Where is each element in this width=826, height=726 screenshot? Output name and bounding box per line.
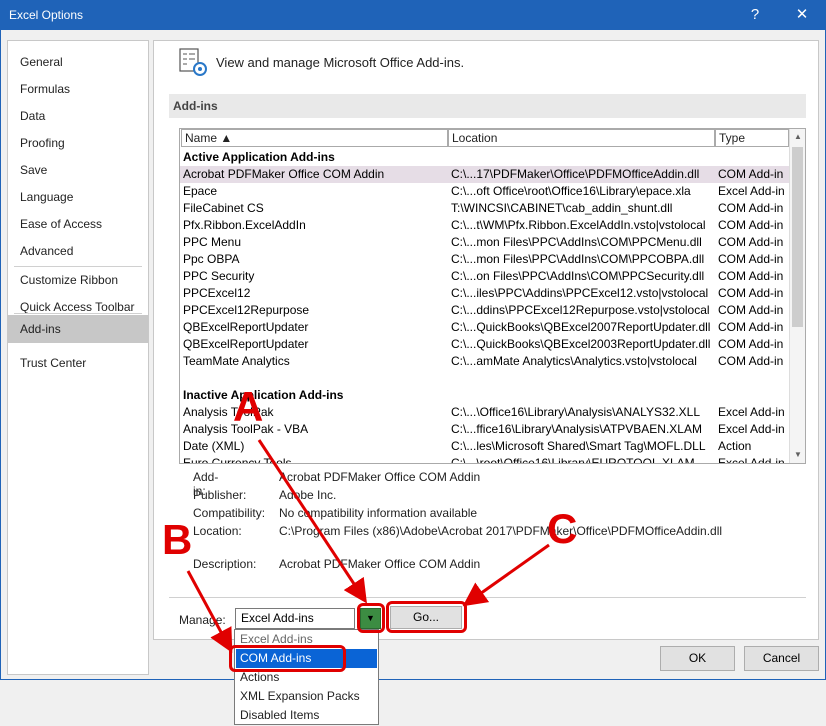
nav-item-save[interactable]: Save <box>8 157 148 183</box>
nav-item-add-ins[interactable]: Add-ins <box>8 315 148 343</box>
addins-list[interactable]: Name ▲ Location Type Active Application … <box>179 128 806 464</box>
table-row[interactable]: Pfx.Ribbon.ExcelAddIn C:\...t\WM\Pfx.Ribb… <box>180 217 790 234</box>
category-nav: General Formulas Data Proofing Save Lang… <box>7 40 149 675</box>
title-bar: Excel Options ? ✕ <box>0 0 826 30</box>
nav-item-data[interactable]: Data <box>8 103 148 129</box>
nav-item-advanced[interactable]: Advanced <box>8 238 148 264</box>
addins-gear-icon <box>179 48 209 78</box>
table-row[interactable]: QBExcelReportUpdater C:\...QuickBooks\QBE… <box>180 336 790 353</box>
table-row[interactable]: Analysis ToolPak C:\...\Office16\Library\… <box>180 404 790 421</box>
annotation-letter-a: A <box>233 383 264 430</box>
nav-item-ease-of-access[interactable]: Ease of Access <box>8 211 148 237</box>
cancel-button[interactable]: Cancel <box>744 646 819 671</box>
close-button[interactable]: ✕ <box>788 4 816 26</box>
nav-item-proofing[interactable]: Proofing <box>8 130 148 156</box>
nav-item-customize-ribbon[interactable]: Customize Ribbon <box>8 267 148 293</box>
table-row[interactable]: Date (XML) C:\...les\Microsoft Shared\Sma… <box>180 438 790 455</box>
scroll-up-icon[interactable]: ▲ <box>790 129 805 145</box>
table-row[interactable]: Epace C:\...oft Office\root\Office16\Libr… <box>180 183 790 200</box>
table-row[interactable]: FileCabinet CS T:\WINCSI\CABINET\cab_addi… <box>180 200 790 217</box>
table-row[interactable]: Analysis ToolPak - VBA C:\...ffice16\Libr… <box>180 421 790 438</box>
active-group-header: Active Application Add-ins <box>183 150 335 164</box>
manage-select[interactable]: Excel Add-ins <box>235 608 355 629</box>
column-header-type[interactable]: Type <box>715 129 789 147</box>
nav-item-general[interactable]: General <box>8 49 148 75</box>
manage-dropdown[interactable]: Excel Add-ins COM Add-ins Actions XML Ex… <box>234 629 379 725</box>
dropdown-option-xml-expansion-packs[interactable]: XML Expansion Packs <box>236 687 377 706</box>
table-row[interactable]: Ppc OBPA C:\...mon Files\PPC\AddIns\COM\P… <box>180 251 790 268</box>
scroll-down-icon[interactable]: ▼ <box>790 447 805 463</box>
annotation-box-a <box>357 603 385 633</box>
nav-item-formulas[interactable]: Formulas <box>8 76 148 102</box>
annotation-letter-c: C <box>547 505 578 552</box>
table-row[interactable]: PPC Security C:\...on Files\PPC\AddIns\CO… <box>180 268 790 285</box>
help-button[interactable]: ? <box>741 4 769 26</box>
column-header-name[interactable]: Name ▲ <box>181 129 448 147</box>
table-row[interactable]: QBExcelReportUpdater C:\...QuickBooks\QBE… <box>180 319 790 336</box>
annotation-box-b <box>229 645 346 672</box>
ok-button[interactable]: OK <box>660 646 735 671</box>
table-row[interactable]: Euro Currency Tools C:\...\root\Office16\… <box>180 455 790 463</box>
annotation-box-c <box>386 601 467 633</box>
table-row[interactable]: Acrobat PDFMaker Office COM Addin C:\...1… <box>180 166 790 183</box>
options-window: General Formulas Data Proofing Save Lang… <box>0 30 826 680</box>
nav-divider <box>14 313 142 314</box>
annotation-letter-b: B <box>162 516 193 563</box>
manage-label: Manage: <box>179 613 226 627</box>
table-row[interactable]: PPCExcel12Repurpose C:\...ddins\PPCExcel1… <box>180 302 790 319</box>
addins-panel: View and manage Microsoft Office Add-ins… <box>153 40 819 640</box>
list-scrollbar[interactable]: ▲ ▼ <box>789 129 805 463</box>
table-row[interactable]: TeamMate Analytics C:\...amMate Analytics… <box>180 353 790 370</box>
dropdown-option-disabled-items[interactable]: Disabled Items <box>236 706 377 725</box>
page-heading: View and manage Microsoft Office Add-ins… <box>216 55 465 70</box>
scroll-thumb[interactable] <box>792 147 803 327</box>
section-title: Add-ins <box>169 94 806 118</box>
manage-divider <box>169 597 806 598</box>
column-header-location[interactable]: Location <box>448 129 715 147</box>
nav-item-language[interactable]: Language <box>8 184 148 210</box>
nav-item-trust-center[interactable]: Trust Center <box>8 350 148 376</box>
window-title: Excel Options <box>9 8 84 22</box>
table-row[interactable]: PPC Menu C:\...mon Files\PPC\AddIns\COM\P… <box>180 234 790 251</box>
table-row[interactable]: PPCExcel12 C:\...iles\PPC\Addins\PPCExcel… <box>180 285 790 302</box>
